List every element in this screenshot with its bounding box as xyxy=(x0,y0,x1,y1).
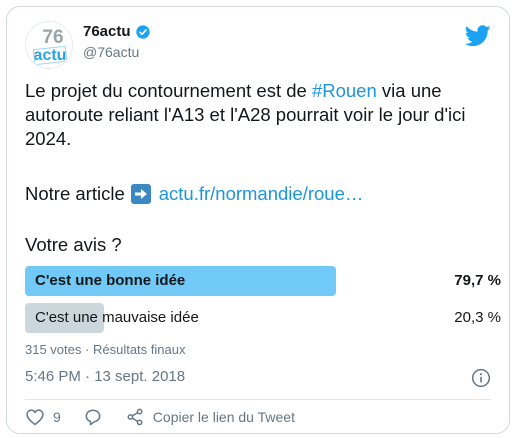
poll-separator: · xyxy=(85,342,90,357)
copy-link-button[interactable]: Copier le lien du Tweet xyxy=(125,407,295,427)
poll-option-percent: 20,3 % xyxy=(454,309,501,326)
tweet-text: Le projet du contournement est de #Rouen… xyxy=(25,79,495,151)
poll-option-2: C'est une mauvaise idée 20,3 % xyxy=(25,303,503,333)
info-icon[interactable] xyxy=(471,368,491,388)
arrow-right-icon xyxy=(130,184,151,204)
poll-status: Résultats finaux xyxy=(92,342,186,357)
share-icon xyxy=(127,408,143,426)
poll-option-1: C'est une bonne idée 79,7 % xyxy=(25,266,503,296)
article-link[interactable]: actu.fr/normandie/roue… xyxy=(159,182,364,206)
poll-option-percent: 79,7 % xyxy=(454,272,501,289)
tweet-card: 76 actu 76actu @76actu Le projet du cont… xyxy=(6,6,510,434)
poll-meta: 315 votes · Résultats finaux xyxy=(25,342,185,357)
avatar-logo: 76 actu xyxy=(26,22,72,68)
like-count: 9 xyxy=(53,409,61,425)
poll-option-label: C'est une bonne idée xyxy=(35,272,186,289)
poll-option-label: C'est une mauvaise idée xyxy=(35,309,199,326)
like-button[interactable]: 9 xyxy=(25,407,61,427)
poll-question: Votre avis ? xyxy=(25,234,122,255)
name-row: 76actu xyxy=(83,23,151,40)
action-bar: 9 Copier le lien du Tweet xyxy=(25,407,317,427)
verified-icon xyxy=(135,24,150,39)
reply-button[interactable] xyxy=(83,407,103,427)
handle[interactable]: @76actu xyxy=(83,44,139,60)
poll: C'est une bonne idée 79,7 % C'est une ma… xyxy=(25,266,503,340)
heart-icon xyxy=(26,409,44,426)
timestamp[interactable]: 5:46 PM · 13 sept. 2018 xyxy=(25,368,185,385)
display-name[interactable]: 76actu xyxy=(83,23,131,40)
copy-link-label: Copier le lien du Tweet xyxy=(152,409,295,425)
reply-icon xyxy=(85,409,101,426)
twitter-icon[interactable] xyxy=(465,25,491,47)
article-prefix: Notre article xyxy=(25,183,125,204)
hashtag-link[interactable]: #Rouen xyxy=(312,80,377,101)
article-row: Notre article actu.fr/normandie/roue… xyxy=(25,182,363,206)
avatar-text-top: 76 xyxy=(42,27,63,48)
avatar[interactable]: 76 actu xyxy=(25,21,73,69)
divider xyxy=(25,399,491,400)
tweet-text-before: Le projet du contournement est de xyxy=(25,80,312,101)
poll-votes: 315 votes xyxy=(25,342,82,357)
